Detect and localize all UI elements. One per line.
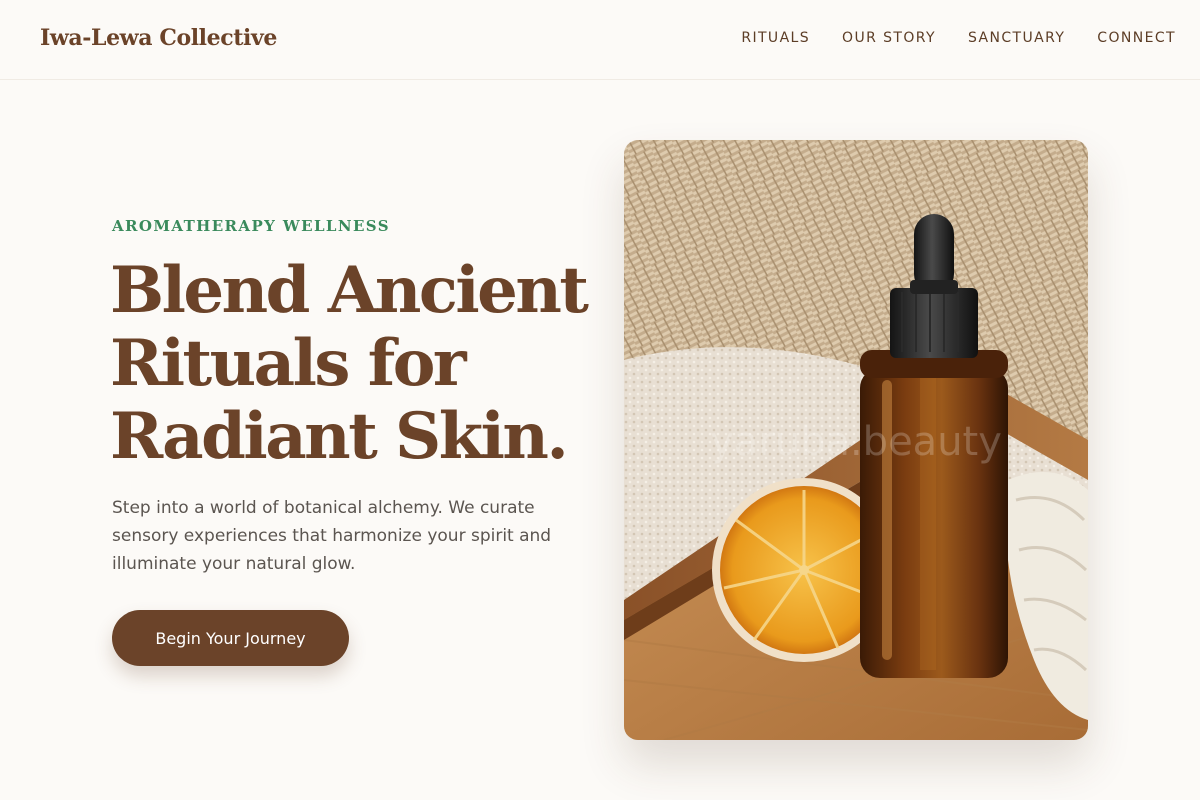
nav-link-rituals[interactable]: RITUALS: [741, 30, 810, 46]
brand-logo[interactable]: Iwa-Lewa Collective: [40, 25, 277, 51]
nav-link-sanctuary[interactable]: SANCTUARY: [968, 30, 1065, 46]
nav-link-connect[interactable]: CONNECT: [1097, 30, 1176, 46]
main-nav: RITUALS OUR STORY SANCTUARY CONNECT: [741, 30, 1176, 46]
hero-description: Step into a world of botanical alchemy. …: [112, 498, 552, 574]
nav-link-our-story[interactable]: OUR STORY: [842, 30, 936, 46]
hero-headline: Blend Ancient Rituals for Radiant Skin.: [110, 254, 610, 473]
image-watermark: yaruba.beauty: [710, 419, 1002, 465]
serum-bottle-illustration: yaruba.beauty: [624, 140, 1088, 740]
site-header: Iwa-Lewa Collective RITUALS OUR STORY SA…: [0, 0, 1200, 80]
headline-line: Radiant Skin.: [110, 399, 569, 474]
headline-line: Blend Ancient: [110, 253, 589, 328]
hero-product-image: yaruba.beauty: [624, 140, 1088, 740]
begin-journey-button[interactable]: Begin Your Journey: [112, 610, 349, 666]
headline-line: Rituals for: [110, 326, 467, 401]
hero-eyebrow: AROMATHERAPY WELLNESS: [112, 217, 390, 235]
